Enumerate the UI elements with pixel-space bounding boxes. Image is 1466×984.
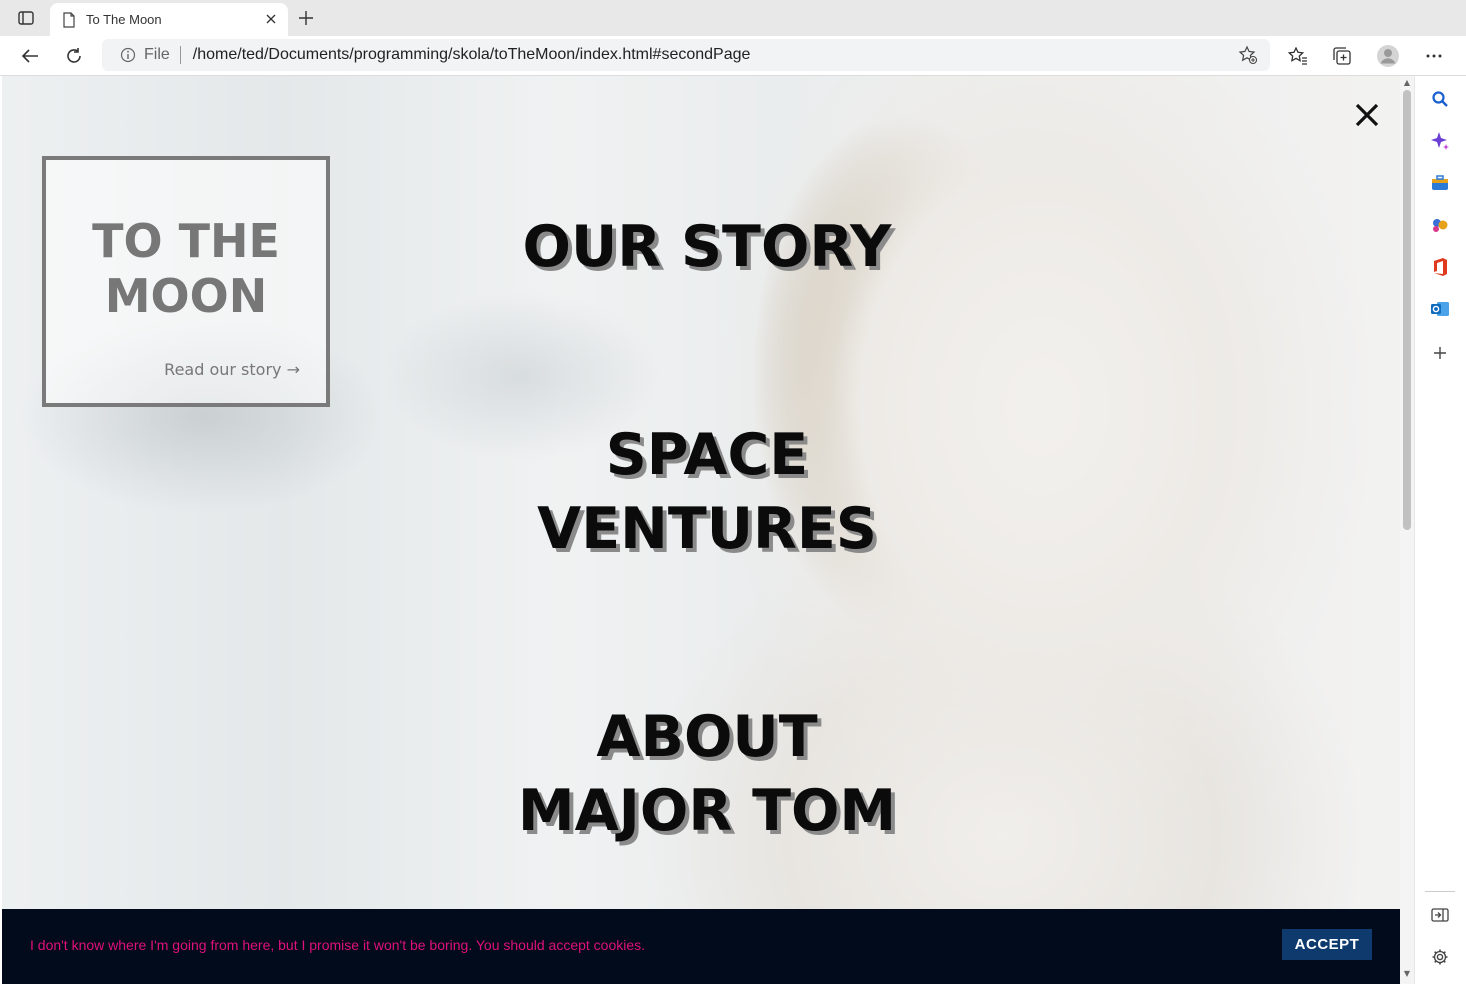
sidebar-divider (1425, 891, 1455, 892)
brand-title: TO THE MOON (46, 214, 326, 324)
settings-gear-icon[interactable] (1429, 946, 1451, 968)
cookie-banner: I don't know where I'm going from here, … (2, 909, 1400, 984)
scroll-up-arrow-icon[interactable]: ▲ (1403, 79, 1411, 87)
page-scrollbar[interactable]: ▲ ▼ (1400, 76, 1414, 984)
search-icon[interactable] (1429, 88, 1451, 110)
hide-sidebar-icon[interactable] (1429, 904, 1451, 926)
menu-item-space-ventures[interactable]: SPACE VENTURES (432, 418, 982, 566)
games-icon[interactable] (1429, 214, 1451, 236)
add-sidebar-app-icon[interactable] (1429, 342, 1451, 364)
outlook-icon[interactable] (1429, 298, 1451, 320)
scroll-thumb[interactable] (1403, 90, 1411, 530)
cookie-message: I don't know where I'm going from here, … (30, 937, 646, 953)
scroll-down-arrow-icon[interactable]: ▼ (1403, 970, 1411, 978)
copilot-sparkle-icon[interactable] (1429, 130, 1451, 152)
tab-close-icon[interactable] (262, 10, 280, 28)
favorites-icon[interactable] (1286, 44, 1310, 68)
tab-actions-icon[interactable] (8, 6, 44, 30)
add-favorite-icon[interactable] (1238, 45, 1258, 65)
brand-title-line2: MOON (104, 269, 268, 323)
accept-cookies-button[interactable]: ACCEPT (1282, 929, 1372, 960)
browser-toolbar: File /home/ted/Documents/programming/sko… (0, 36, 1466, 76)
brand-title-line1: TO THE (92, 214, 280, 268)
collections-icon[interactable] (1330, 44, 1354, 68)
profile-avatar-icon[interactable] (1376, 44, 1400, 68)
page-icon (63, 11, 75, 28)
new-tab-icon[interactable] (296, 8, 316, 28)
edge-sidebar (1414, 76, 1466, 984)
menu-item-our-story[interactable]: OUR STORY (432, 210, 982, 284)
browser-tab[interactable]: To The Moon (50, 3, 288, 36)
tab-title: To The Moon (86, 12, 162, 27)
address-separator (179, 46, 181, 64)
reload-icon[interactable] (60, 42, 88, 70)
brand-box: TO THE MOON Read our story → (42, 156, 330, 407)
back-icon[interactable] (16, 42, 44, 70)
close-menu-icon[interactable] (1354, 102, 1380, 128)
more-menu-icon[interactable] (1422, 44, 1446, 68)
read-our-story-link[interactable]: Read our story → (164, 360, 300, 379)
page-viewport: TO THE MOON Read our story → OUR STORY S… (2, 76, 1400, 984)
office-icon[interactable] (1429, 256, 1451, 278)
shopping-briefcase-icon[interactable] (1429, 172, 1451, 194)
info-icon[interactable] (120, 47, 136, 63)
menu-item-about-major-tom[interactable]: ABOUT MAJOR TOM (432, 700, 982, 848)
address-scheme: File (144, 46, 170, 63)
address-bar[interactable]: File /home/ted/Documents/programming/sko… (102, 39, 1270, 71)
tab-bar: To The Moon (0, 0, 1466, 36)
address-url[interactable]: /home/ted/Documents/programming/skola/to… (193, 46, 751, 64)
